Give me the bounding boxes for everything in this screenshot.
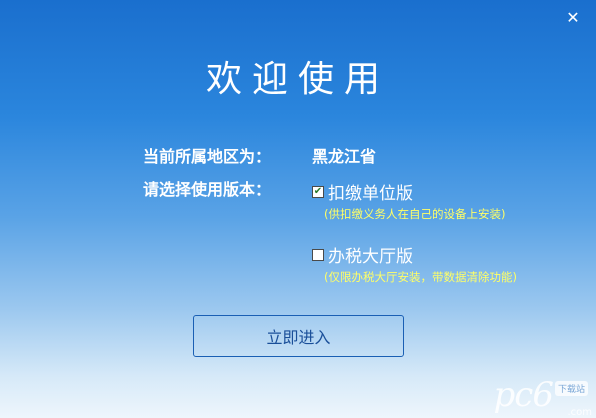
close-button[interactable]: ✕ — [564, 9, 582, 27]
option-hint: (仅限办税大厅安装，带数据清除功能) — [324, 270, 517, 284]
watermark-badge: 下载站 — [554, 381, 588, 396]
option-withholding-unit[interactable]: ✔ 扣缴单位版 — [312, 179, 413, 204]
option-label: 扣缴单位版 — [328, 184, 413, 204]
option-label: 办税大厅版 — [328, 247, 413, 267]
close-icon: ✕ — [566, 8, 580, 27]
option-hint: (供扣缴义务人在自己的设备上安装) — [324, 207, 506, 221]
version-label: 请选择使用版本： — [143, 180, 272, 199]
option-tax-hall[interactable]: 办税大厅版 — [312, 242, 413, 267]
region-value: 黑龙江省 — [312, 147, 377, 166]
region-label: 当前所属地区为： — [143, 147, 272, 166]
watermark-sub: .com — [567, 407, 592, 418]
enter-button[interactable]: 立即进入 — [193, 315, 404, 357]
page-title: 欢迎使用 — [205, 59, 390, 100]
checkbox-unchecked-icon[interactable] — [312, 248, 324, 261]
watermark-text: pc6 — [493, 375, 554, 415]
checkbox-checked-icon[interactable]: ✔ — [312, 185, 324, 198]
